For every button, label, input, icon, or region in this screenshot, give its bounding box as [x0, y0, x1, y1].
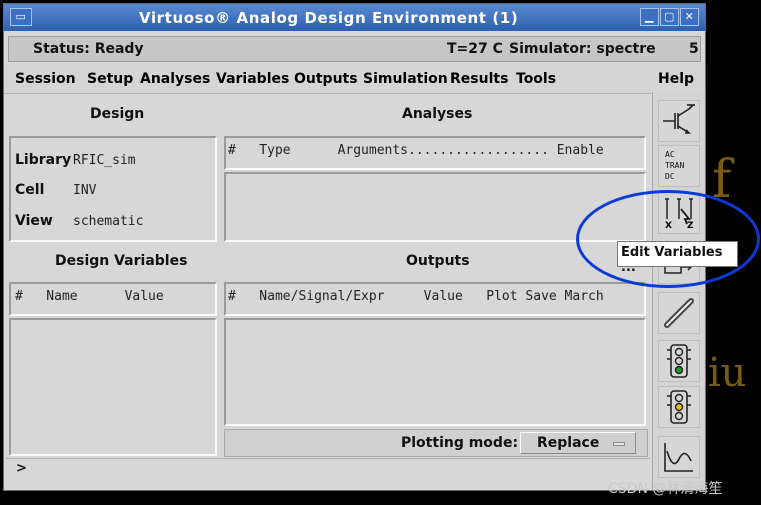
run-simulation-button[interactable] [658, 340, 700, 382]
title-bar[interactable]: ▭ Virtuoso® Analog Design Environment (1… [4, 4, 705, 31]
annotation-circle [576, 190, 760, 288]
maximize-icon[interactable]: ▢ [660, 8, 679, 26]
analyses-header-row: # Type Arguments.................. Enabl… [224, 136, 646, 170]
watermark: CSDN @林清海笙 [608, 481, 723, 497]
outputs-header-row: # Name/Signal/Expr Value Plot Save March [224, 282, 646, 316]
design-variables-header: Design Variables [55, 253, 188, 269]
library-value[interactable]: RFIC_sim [73, 153, 136, 168]
traffic-light-green-icon [667, 344, 691, 378]
window-menu-icon[interactable]: ▭ [10, 8, 32, 26]
plotting-mode-label: Plotting mode: [401, 435, 519, 451]
status-count: 5 [689, 41, 699, 57]
cell-value[interactable]: INV [73, 183, 96, 198]
minimize-icon[interactable]: ▁ [640, 8, 659, 26]
background-glyph-u: iu [708, 350, 747, 396]
tran-label: TRAN [665, 161, 685, 170]
simulator: Simulator: spectre [509, 41, 656, 57]
status-text: Status: Ready [33, 41, 144, 57]
plotting-mode-bar: Plotting mode: Replace [224, 429, 648, 457]
choose-design-button[interactable] [658, 100, 700, 142]
window-title: Virtuoso® Analog Design Environment (1) [139, 9, 519, 27]
command-prompt: > [16, 461, 27, 476]
menu-results[interactable]: Results [450, 71, 508, 87]
cell-label: Cell [15, 182, 45, 198]
traffic-light-yellow-icon [667, 390, 691, 424]
transistor-icon [663, 104, 695, 134]
option-menu-indicator-icon [613, 442, 625, 446]
outputs-header: Outputs [406, 253, 470, 269]
design-panel: Library RFIC_sim Cell INV View schematic [9, 136, 217, 242]
menu-analyses[interactable]: Analyses [140, 71, 210, 87]
design-variables-header-row: # Name Value [9, 282, 217, 316]
plot-outputs-button[interactable] [658, 436, 700, 478]
ac-label: AC [665, 150, 675, 159]
tool-palette: AC TRAN DC X Z [652, 92, 705, 490]
outputs-columns: # Name/Signal/Expr Value Plot Save March [228, 289, 604, 304]
menu-help[interactable]: Help [658, 71, 694, 87]
close-icon[interactable]: ✕ [680, 8, 699, 26]
menu-simulation[interactable]: Simulation [363, 71, 448, 87]
menu-tools[interactable]: Tools [516, 71, 556, 87]
command-line[interactable]: > [6, 458, 650, 488]
temperature: T=27 C [447, 41, 503, 57]
waveform-icon [664, 443, 693, 472]
analyses-header: Analyses [402, 106, 473, 122]
menu-session[interactable]: Session [15, 71, 76, 87]
plotting-mode-value: Replace [537, 435, 600, 451]
library-label: Library [15, 152, 72, 168]
outputs-list[interactable] [224, 318, 646, 426]
design-variables-list[interactable] [9, 318, 217, 456]
status-bar: Status: Ready T=27 C Simulator: spectre … [8, 36, 701, 62]
menu-setup[interactable]: Setup [87, 71, 133, 87]
design-variables-columns: # Name Value [15, 289, 164, 304]
probe-icon [664, 298, 694, 328]
netlist-button[interactable] [658, 292, 700, 334]
view-label: View [15, 213, 53, 229]
menu-bar: Session Setup Analyses Variables Outputs… [4, 64, 705, 94]
dc-label: DC [665, 172, 675, 181]
stop-simulation-button[interactable] [658, 386, 700, 428]
menu-outputs[interactable]: Outputs [294, 71, 358, 87]
menu-variables[interactable]: Variables [216, 71, 289, 87]
choose-analyses-button[interactable]: AC TRAN DC [658, 145, 700, 187]
plotting-mode-select[interactable]: Replace [520, 432, 636, 454]
design-header: Design [90, 106, 145, 122]
analyses-columns: # Type Arguments.................. Enabl… [228, 143, 604, 158]
view-value[interactable]: schematic [73, 214, 143, 229]
